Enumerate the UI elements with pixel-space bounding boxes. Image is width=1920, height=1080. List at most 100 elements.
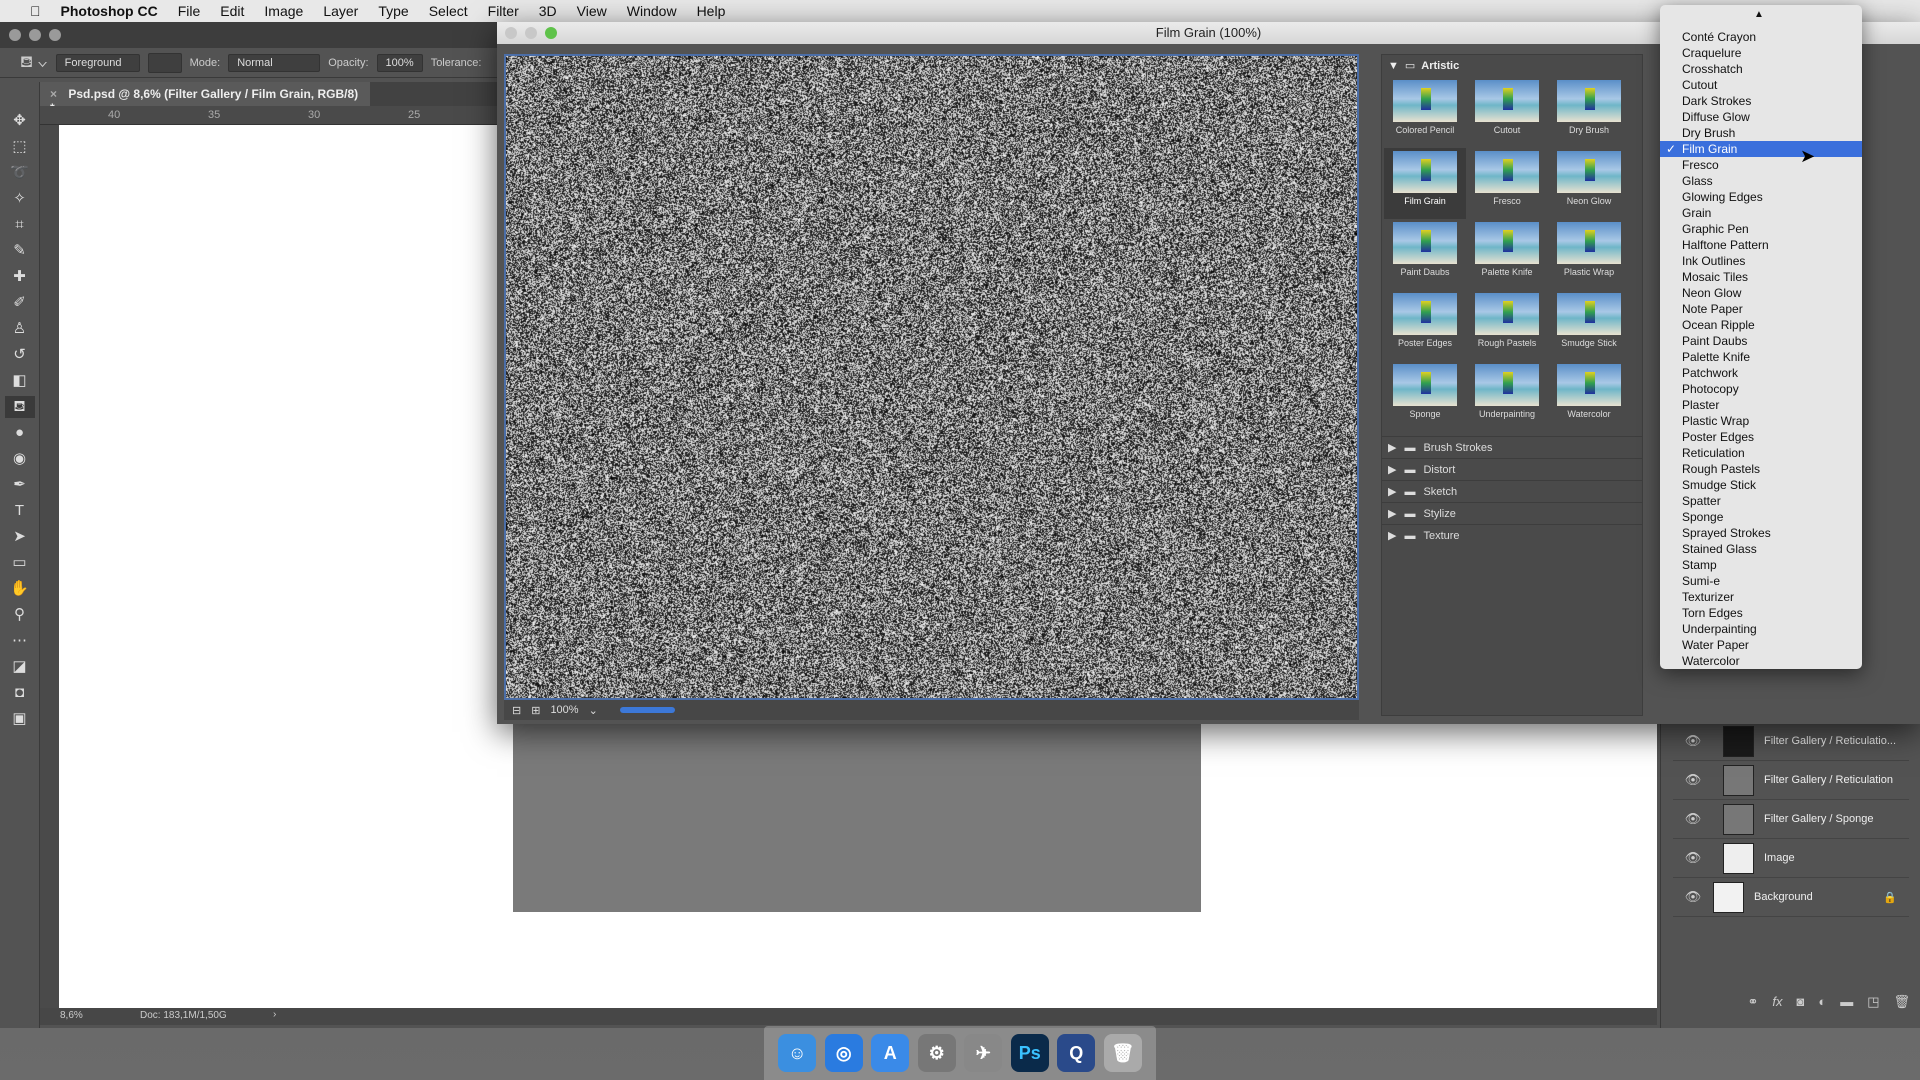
dock-icon-finder[interactable]: ☺: [778, 1034, 816, 1072]
adjustment-layer-icon[interactable]: ◐: [1818, 994, 1826, 1014]
dropdown-option[interactable]: Sponge: [1660, 509, 1862, 525]
dropdown-option[interactable]: Halftone Pattern: [1660, 237, 1862, 253]
stamp-icon[interactable]: ♙: [5, 318, 35, 340]
visibility-eye-icon[interactable]: 👁: [1673, 733, 1713, 749]
dropdown-option[interactable]: Dry Brush: [1660, 125, 1862, 141]
dropdown-option[interactable]: Note Paper: [1660, 301, 1862, 317]
dialog-minimize-button[interactable]: [525, 27, 537, 39]
layer-mask-icon[interactable]: ◙: [1796, 994, 1804, 1014]
filter-thumbnail[interactable]: Film Grain: [1384, 148, 1466, 219]
preview-scrollbar[interactable]: [620, 707, 675, 713]
menu-window[interactable]: Window: [617, 3, 687, 19]
zoom-icon[interactable]: ⚲: [5, 604, 35, 626]
category-row[interactable]: ▶ ▬ Distort: [1382, 458, 1642, 480]
dropdown-option[interactable]: Smudge Stick: [1660, 477, 1862, 493]
dialog-zoom-button[interactable]: [545, 27, 557, 39]
filter-thumbnail[interactable]: Paint Daubs: [1384, 219, 1466, 290]
healing-icon[interactable]: ✚: [5, 266, 35, 288]
mode-select[interactable]: Normal: [228, 54, 320, 72]
delete-layer-icon[interactable]: 🗑: [1893, 994, 1910, 1014]
menu-select[interactable]: Select: [419, 3, 478, 19]
filter-thumbnail[interactable]: Sponge: [1384, 361, 1466, 432]
dropdown-option[interactable]: Glass: [1660, 173, 1862, 189]
category-row[interactable]: ▶ ▬ Stylize: [1382, 502, 1642, 524]
zoom-window-button[interactable]: [49, 29, 61, 41]
category-row[interactable]: ▶ ▬ Texture: [1382, 524, 1642, 546]
dropdown-option[interactable]: Watercolor: [1660, 653, 1862, 669]
dropdown-option[interactable]: Dark Strokes: [1660, 93, 1862, 109]
more-icon[interactable]: ⋯: [5, 630, 35, 652]
zoom-level[interactable]: 8,6%: [60, 1010, 83, 1021]
dropdown-option[interactable]: Ocean Ripple: [1660, 317, 1862, 333]
filter-thumbnail[interactable]: Watercolor: [1548, 361, 1630, 432]
menu-edit[interactable]: Edit: [210, 3, 254, 19]
filter-thumbnail[interactable]: Poster Edges: [1384, 290, 1466, 361]
filter-thumbnail[interactable]: Palette Knife: [1466, 219, 1548, 290]
visibility-eye-icon[interactable]: 👁: [1673, 889, 1713, 905]
pattern-picker[interactable]: [148, 53, 182, 73]
dropdown-option[interactable]: Poster Edges: [1660, 429, 1862, 445]
dropdown-option[interactable]: Grain: [1660, 205, 1862, 221]
chevron-down-icon[interactable]: ⌄: [589, 704, 598, 717]
path-select-icon[interactable]: ➤: [5, 526, 35, 548]
fx-icon[interactable]: fx: [1772, 994, 1782, 1014]
apple-icon[interactable]: : [20, 3, 51, 19]
menu-3d[interactable]: 3D: [529, 3, 567, 19]
visibility-eye-icon[interactable]: 👁: [1673, 772, 1713, 788]
preview-zoom-select[interactable]: 100%: [550, 704, 578, 716]
dropdown-option[interactable]: Underpainting: [1660, 621, 1862, 637]
dock-icon-system-preferences[interactable]: ⚙: [918, 1034, 956, 1072]
lasso-icon[interactable]: ➰: [5, 162, 35, 184]
document-tab[interactable]: × Psd.psd @ 8,6% (Filter Gallery / Film …: [40, 82, 370, 106]
link-layers-icon[interactable]: ⚭: [1747, 994, 1758, 1014]
dock-icon-trash[interactable]: 🗑: [1104, 1034, 1142, 1072]
dropdown-option[interactable]: Conté Crayon: [1660, 29, 1862, 45]
fill-source-select[interactable]: Foreground: [56, 54, 140, 72]
marquee-icon[interactable]: ⬚: [5, 136, 35, 158]
screen-mode-icon[interactable]: ▣: [5, 708, 35, 730]
filter-thumbnail[interactable]: Smudge Stick: [1548, 290, 1630, 361]
dropdown-option[interactable]: Mosaic Tiles: [1660, 269, 1862, 285]
menu-type[interactable]: Type: [368, 3, 418, 19]
dropdown-option[interactable]: Paint Daubs: [1660, 333, 1862, 349]
filter-preview[interactable]: [504, 54, 1359, 700]
dock-icon-app-store[interactable]: A: [871, 1034, 909, 1072]
filter-thumbnail[interactable]: Rough Pastels: [1466, 290, 1548, 361]
eyedropper-icon[interactable]: ✎: [5, 240, 35, 262]
dropdown-option[interactable]: Neon Glow: [1660, 285, 1862, 301]
layer-row[interactable]: 👁 Filter Gallery / Sponge: [1673, 800, 1909, 839]
dropdown-option[interactable]: Torn Edges: [1660, 605, 1862, 621]
dropdown-option[interactable]: Crosshatch: [1660, 61, 1862, 77]
dropdown-option[interactable]: Plaster: [1660, 397, 1862, 413]
dropdown-option[interactable]: Sumi-e: [1660, 573, 1862, 589]
app-menu[interactable]: Photoshop CC: [51, 3, 168, 19]
filter-thumbnail[interactable]: Plastic Wrap: [1548, 219, 1630, 290]
dropdown-option[interactable]: Texturizer: [1660, 589, 1862, 605]
move-icon[interactable]: ✥: [5, 110, 35, 132]
menu-view[interactable]: View: [567, 3, 617, 19]
layer-row[interactable]: 👁 Background 🔒: [1673, 878, 1909, 917]
visibility-eye-icon[interactable]: 👁: [1673, 850, 1713, 866]
category-row[interactable]: ▶ ▬ Brush Strokes: [1382, 436, 1642, 458]
color-swatch-icon[interactable]: ◪: [5, 656, 35, 678]
dropdown-option[interactable]: Water Paper: [1660, 637, 1862, 653]
filter-thumbnail[interactable]: Cutout: [1466, 77, 1548, 148]
eraser-icon[interactable]: ◧: [5, 370, 35, 392]
zoom-out-button[interactable]: ⊟: [512, 704, 521, 717]
hand-icon[interactable]: ✋: [5, 578, 35, 600]
category-row[interactable]: ▶ ▬ Sketch: [1382, 480, 1642, 502]
zoom-in-button[interactable]: ⊞: [531, 704, 540, 717]
layer-row[interactable]: 👁 Image: [1673, 839, 1909, 878]
dropdown-option[interactable]: Palette Knife: [1660, 349, 1862, 365]
brush-icon[interactable]: ✐: [5, 292, 35, 314]
dodge-icon[interactable]: ◉: [5, 448, 35, 470]
type-icon[interactable]: T: [5, 500, 35, 522]
menu-image[interactable]: Image: [254, 3, 313, 19]
crop-icon[interactable]: ⌗: [5, 214, 35, 236]
layer-row[interactable]: 👁 Filter Gallery / Reticulatio...: [1673, 722, 1909, 761]
dropdown-option[interactable]: Rough Pastels: [1660, 461, 1862, 477]
scroll-up-arrow-icon[interactable]: ▲: [1754, 9, 1764, 20]
dock-icon-launchpad[interactable]: ✈: [964, 1034, 1002, 1072]
dock-icon-quicktime[interactable]: Q: [1057, 1034, 1095, 1072]
filter-thumbnail[interactable]: Fresco: [1466, 148, 1548, 219]
